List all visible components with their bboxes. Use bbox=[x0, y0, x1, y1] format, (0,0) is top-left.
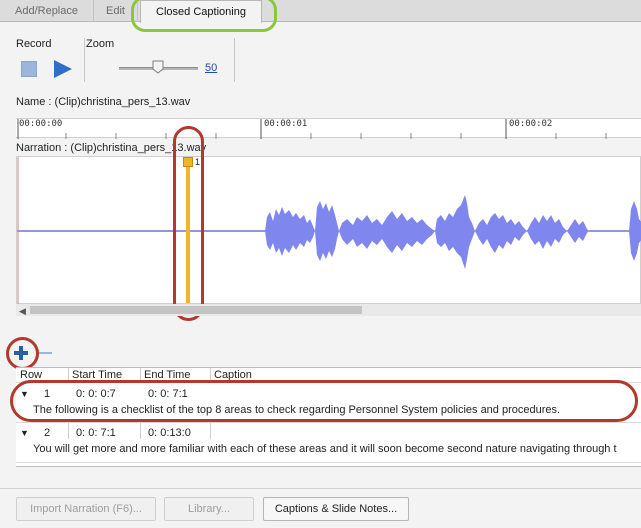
row-number: 2 bbox=[44, 427, 51, 439]
row-divider bbox=[16, 462, 641, 463]
row-end-time[interactable]: 0: 0:13:0 bbox=[148, 427, 191, 439]
play-button[interactable] bbox=[52, 59, 74, 79]
zoom-label: Zoom bbox=[86, 38, 115, 50]
tab-add-replace[interactable]: Add/Replace bbox=[0, 0, 94, 22]
column-divider bbox=[140, 423, 141, 439]
row-caption-text[interactable]: You will get more and more familiar with… bbox=[33, 443, 639, 455]
marker-highlight-annotation bbox=[173, 126, 204, 321]
waveform bbox=[17, 157, 641, 305]
row-divider bbox=[16, 422, 641, 423]
scroll-left-icon[interactable]: ◀ bbox=[19, 306, 26, 317]
clip-name-label: Name : bbox=[16, 96, 52, 108]
scrollbar-thumb[interactable] bbox=[30, 306, 362, 314]
expand-row-icon[interactable]: ▼ bbox=[20, 428, 29, 438]
ruler-tick-label: 00:00:01 bbox=[264, 119, 308, 129]
zoom-slider-thumb[interactable] bbox=[152, 60, 164, 74]
ruler-tick-label: 00:00:02 bbox=[509, 119, 553, 129]
row-highlight-annotation bbox=[10, 380, 638, 422]
add-button-highlight-annotation bbox=[6, 337, 39, 370]
clip-name: Name : (Clip)christina_pers_13.wav bbox=[16, 96, 190, 108]
tab-highlight-annotation bbox=[131, 0, 277, 32]
stop-button[interactable] bbox=[21, 61, 37, 77]
divider bbox=[84, 38, 85, 82]
waveform-scrollbar[interactable]: ◀ bbox=[16, 304, 641, 316]
zoom-value-link[interactable]: 50 bbox=[205, 62, 217, 74]
ruler-tick-label: 00:00:00 bbox=[19, 119, 63, 129]
divider bbox=[234, 38, 235, 82]
column-divider bbox=[68, 423, 69, 439]
row-start-time[interactable]: 0: 0: 7:1 bbox=[76, 427, 116, 439]
record-label: Record bbox=[16, 38, 52, 50]
play-icon bbox=[54, 60, 72, 78]
column-divider bbox=[210, 423, 211, 439]
clip-name-value: (Clip)christina_pers_13.wav bbox=[54, 96, 191, 108]
waveform-panel[interactable]: 1 bbox=[16, 156, 641, 305]
footer-divider bbox=[0, 488, 641, 489]
captions-slide-notes-button[interactable]: Captions & Slide Notes... bbox=[263, 497, 409, 521]
import-narration-button[interactable]: Import Narration (F6)... bbox=[16, 497, 156, 521]
library-button[interactable]: Library... bbox=[164, 497, 254, 521]
